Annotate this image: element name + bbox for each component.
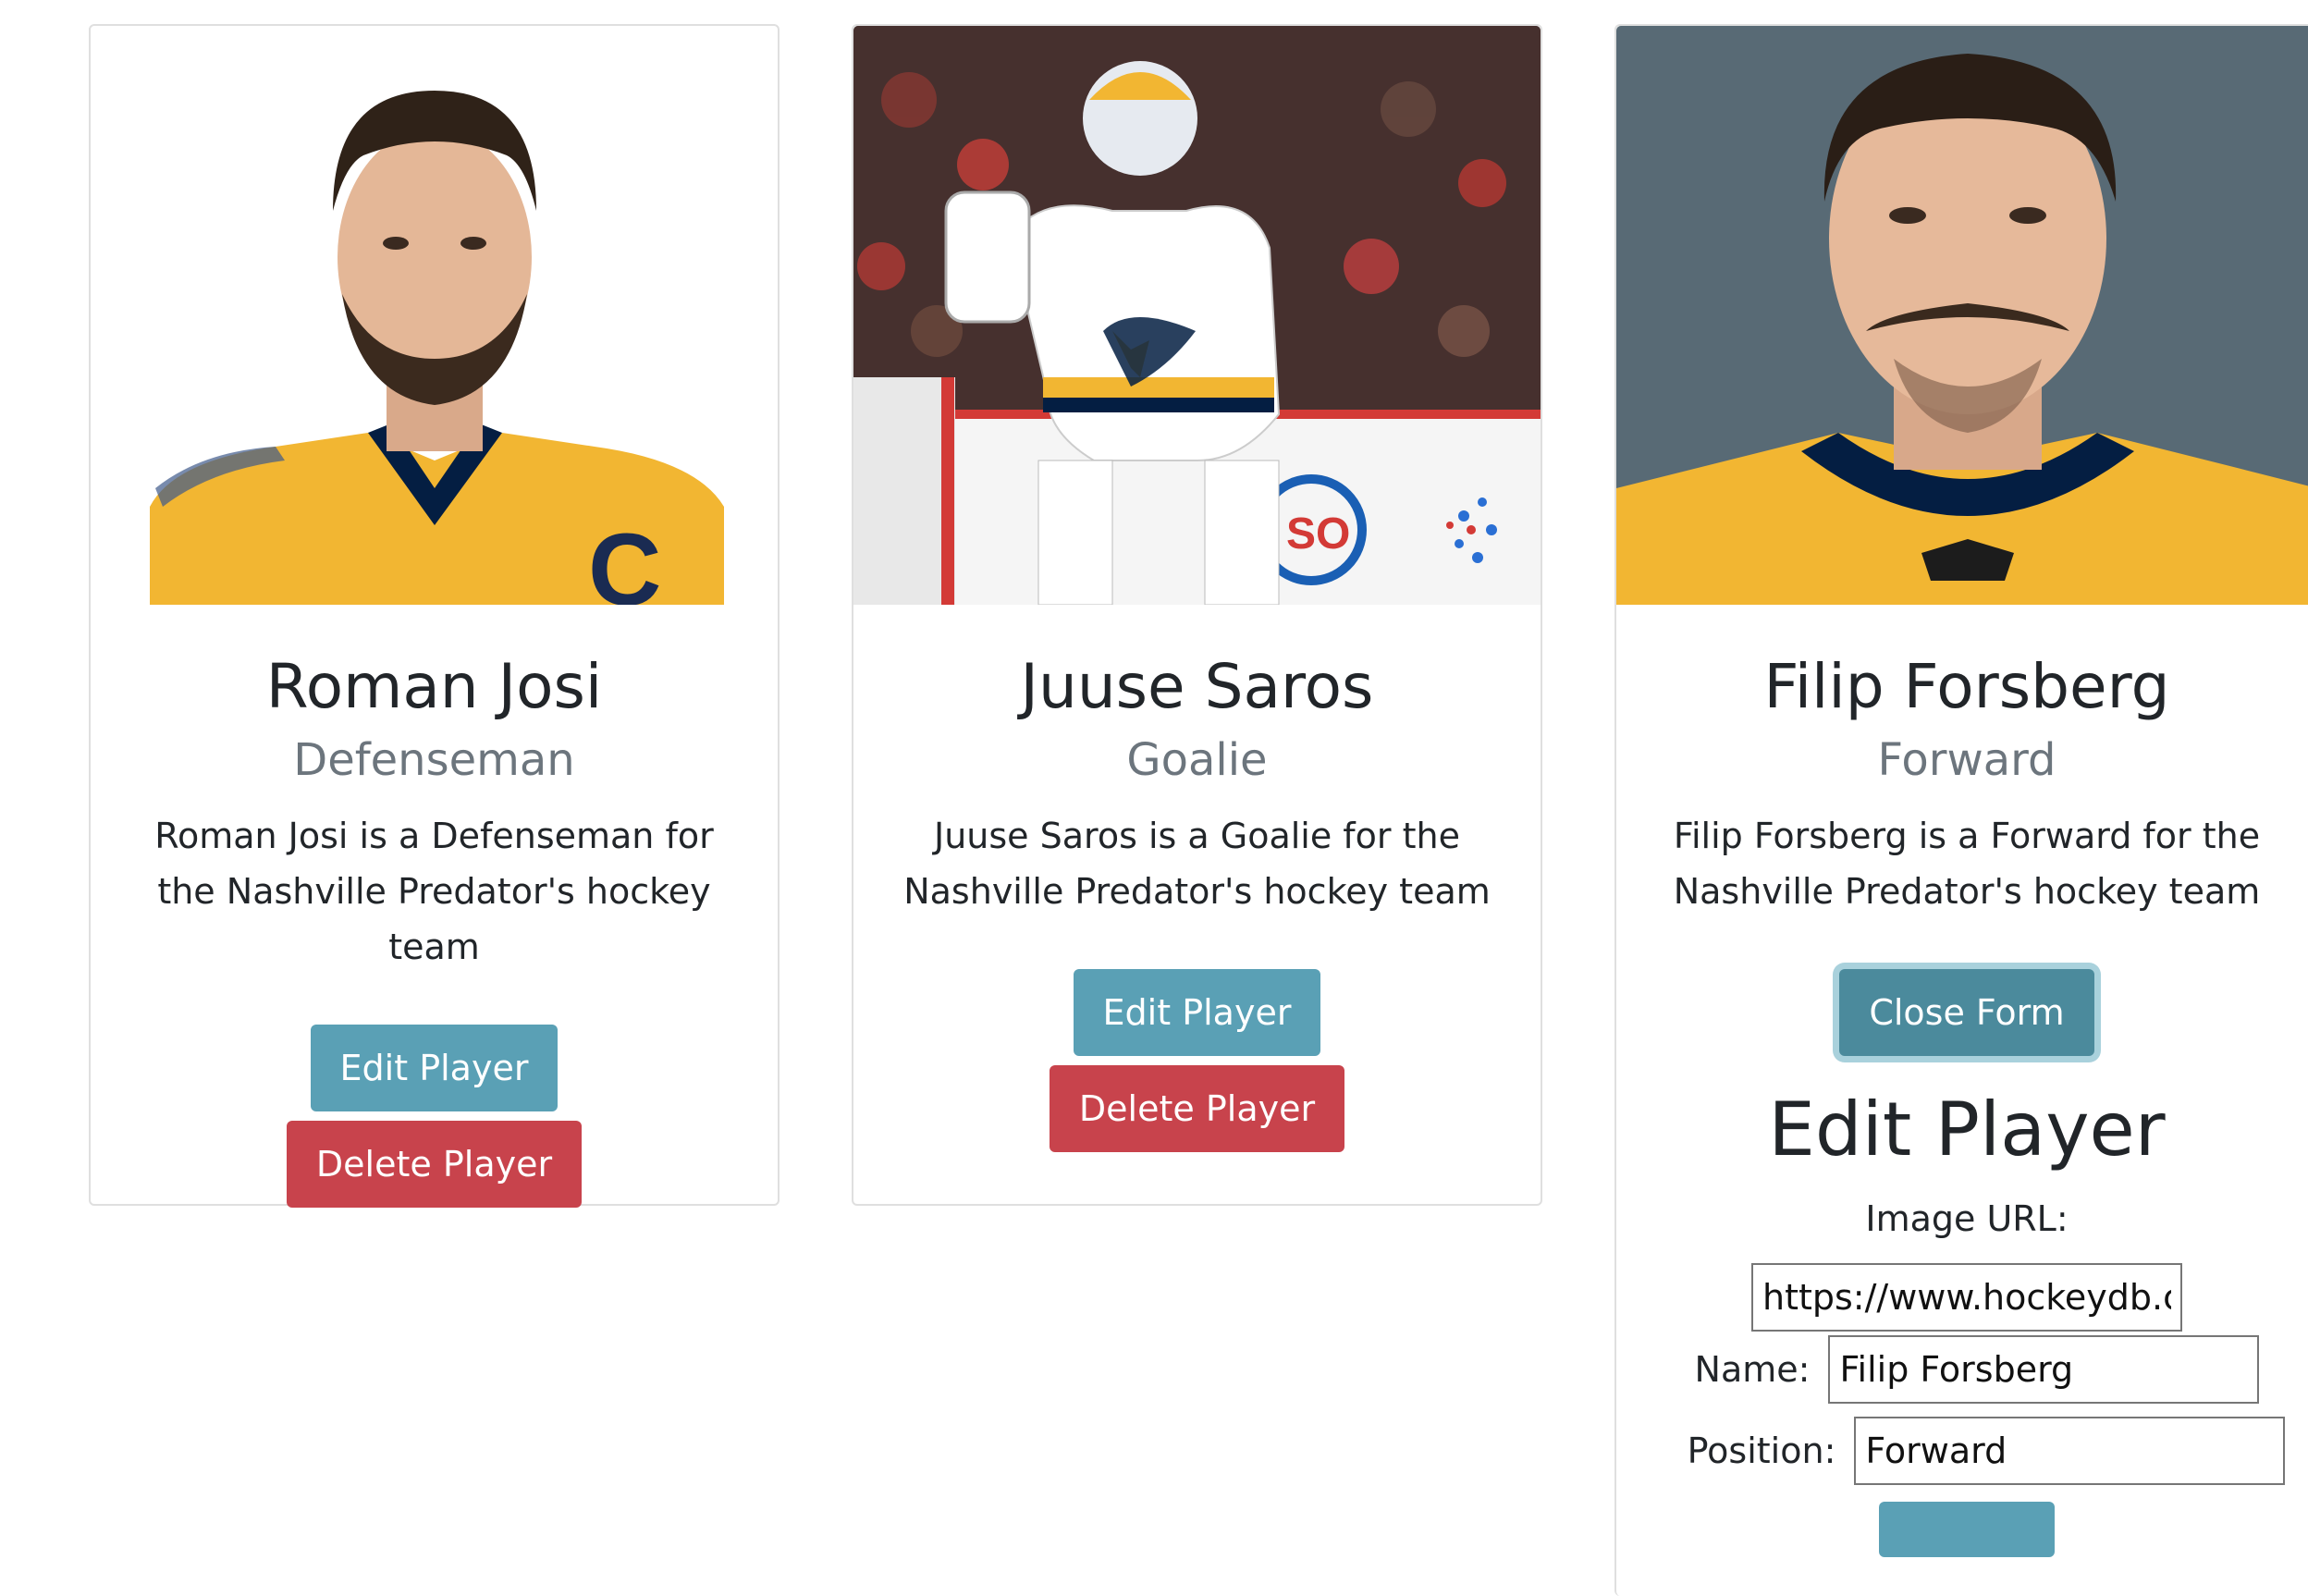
player-card: C Roman Josi Defenseman Roman Josi is a …: [89, 24, 780, 1208]
position-input[interactable]: [1854, 1417, 2286, 1485]
captain-letter: C: [588, 513, 661, 605]
name-label: Name:: [1694, 1349, 1811, 1390]
player-card: SO Juuse Saros Goalie Juuse Saros is a G: [852, 24, 1542, 1206]
player-photo: C: [91, 26, 778, 605]
player-name: Roman Josi: [265, 651, 603, 722]
position-label: Position:: [1687, 1430, 1836, 1471]
close-form-button[interactable]: Close Form: [1839, 969, 2094, 1056]
board-logo-text: SO: [1286, 509, 1350, 559]
name-input[interactable]: [1828, 1335, 2260, 1404]
delete-player-button[interactable]: Delete Player: [1049, 1065, 1345, 1152]
player-position: Defenseman: [293, 734, 575, 786]
player-name: Juuse Saros: [1020, 651, 1374, 722]
edit-player-form: Edit Player Image URL: Name: Position:: [1616, 1093, 2308, 1561]
submit-button[interactable]: [1879, 1502, 2055, 1557]
player-name: Filip Forsberg: [1763, 651, 2170, 722]
image-url-input[interactable]: [1751, 1263, 2182, 1332]
player-description: Filip Forsberg is a Forward for the Nash…: [1673, 816, 2261, 912]
edit-player-button[interactable]: Edit Player: [1073, 969, 1321, 1056]
player-photo: SO: [853, 26, 1541, 605]
image-url-label: Image URL:: [1865, 1198, 2069, 1239]
player-position: Goalie: [1126, 734, 1268, 786]
edit-player-button[interactable]: Edit Player: [310, 1025, 559, 1111]
player-photo: [1616, 26, 2308, 605]
player-position: Forward: [1877, 734, 2056, 786]
delete-player-button[interactable]: Delete Player: [286, 1121, 583, 1208]
player-description: Roman Josi is a Defenseman for the Nashv…: [154, 816, 714, 967]
player-description: Juuse Saros is a Goalie for the Nashvill…: [903, 816, 1491, 912]
player-card: Filip Forsberg Forward Filip Forsberg is…: [1614, 24, 2308, 1596]
edit-form-title: Edit Player: [1768, 1087, 2166, 1172]
